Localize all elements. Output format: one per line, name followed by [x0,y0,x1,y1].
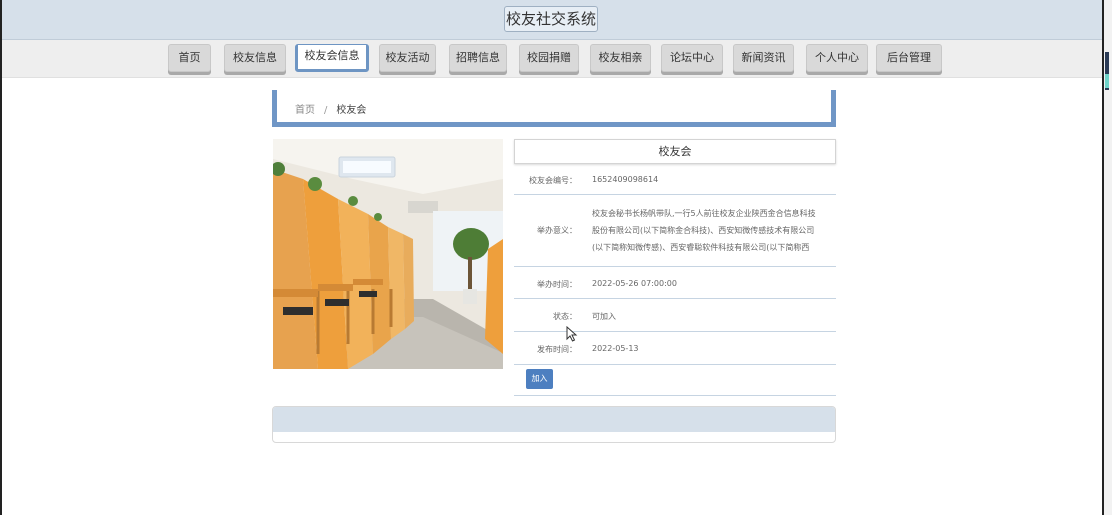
nav-item-recruitment[interactable]: 招聘信息 [449,44,507,72]
number-value: 1652409098614 [592,175,659,184]
breadcrumb-current: 校友会 [336,105,367,116]
publish-label: 发布时间： [537,345,577,354]
nav-item-alumni-association[interactable]: 校友会信息 [295,44,369,72]
time-label: 举办时间： [537,280,577,289]
right-scroll-edge [1104,0,1112,515]
comments-panel [272,406,836,443]
breadcrumb: 首页 / 校友会 [272,90,836,127]
action-row: 加入 [514,365,836,396]
nav-item-home[interactable]: 首页 [168,44,211,72]
nav-item-alumni-activities[interactable]: 校友活动 [379,44,436,72]
breadcrumb-home[interactable]: 首页 [295,105,315,116]
nav-item-profile[interactable]: 个人中心 [806,44,868,72]
join-button[interactable]: 加入 [526,369,553,389]
time-value: 2022-05-26 07:00:00 [592,279,677,288]
meaning-line: (以下简称知微传感)、西安睿聪软件科技有限公司(以下简称西 [592,243,810,252]
meaning-label: 举办意义： [537,226,577,235]
field-publish-time: 发布时间： 2022-05-13 [514,332,836,365]
field-status: 状态： 可加入 [514,299,836,332]
status-value: 可加入 [592,312,616,321]
nav-item-alumni-info[interactable]: 校友信息 [224,44,286,72]
nav-item-news[interactable]: 新闻资讯 [733,44,794,72]
association-photo [273,139,503,369]
scrollbar-indicator [1105,74,1109,88]
comments-panel-header [273,407,835,432]
main-nav: 首页 校友信息 校友会信息 校友活动 招聘信息 校园捐赠 校友相亲 论坛中心 新… [2,40,1102,78]
publish-value: 2022-05-13 [592,344,639,353]
nav-item-forum[interactable]: 论坛中心 [661,44,723,72]
meaning-line: 校友会秘书长杨帆带队,一行5人前往校友企业陕西金合信息科技 [592,209,816,218]
nav-item-dating[interactable]: 校友相亲 [590,44,651,72]
nav-item-admin[interactable]: 后台管理 [876,44,942,72]
breadcrumb-separator: / [324,105,328,116]
site-header: 校友社交系统 [2,0,1102,40]
association-detail: 校友会 校友会编号： 1652409098614 举办意义： 校友会秘书长杨帆带… [514,139,836,396]
field-number: 校友会编号： 1652409098614 [514,164,836,195]
field-meaning: 举办意义： 校友会秘书长杨帆带队,一行5人前往校友企业陕西金合信息科技 股份有限… [514,195,836,267]
meaning-line: 股份有限公司(以下简称金合科技)、西安知微传感技术有限公司 [592,226,815,235]
detail-title: 校友会 [514,139,836,164]
number-label: 校友会编号： [529,176,577,185]
nav-item-donation[interactable]: 校园捐赠 [519,44,579,72]
site-title: 校友社交系统 [504,6,598,32]
mouse-pointer-icon [566,326,578,342]
meaning-value: 校友会秘书长杨帆带队,一行5人前往校友企业陕西金合信息科技 股份有限公司(以下简… [592,205,816,256]
field-time: 举办时间： 2022-05-26 07:00:00 [514,267,836,299]
status-label: 状态： [553,312,577,321]
